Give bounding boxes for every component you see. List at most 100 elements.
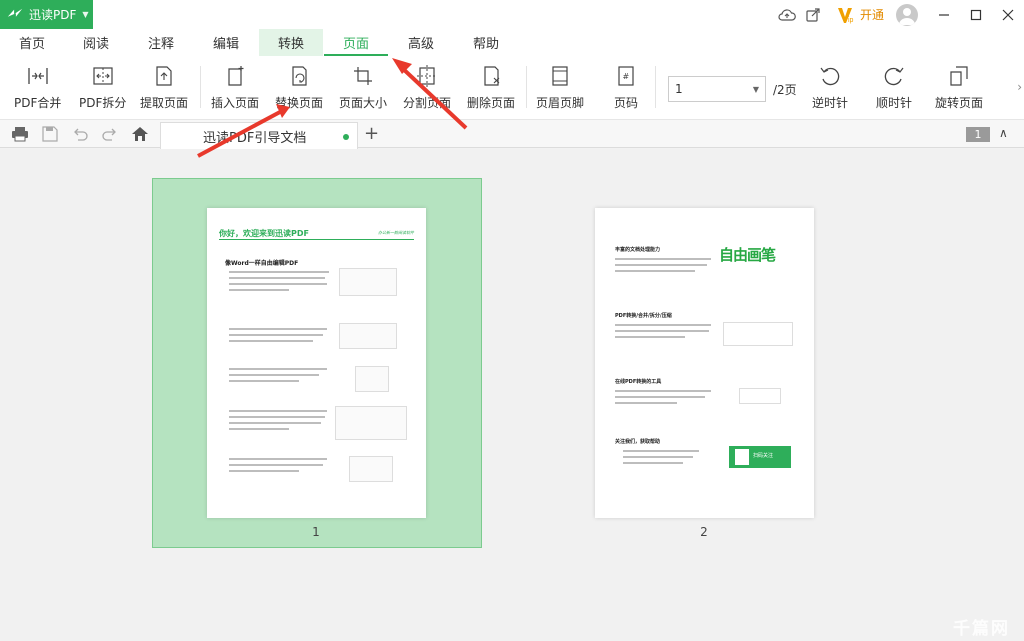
insert-page-icon xyxy=(221,62,249,90)
page-total: /2页 xyxy=(773,83,797,97)
text-line xyxy=(229,283,327,285)
tab-annotate[interactable]: 注释 xyxy=(129,29,193,56)
tab-home[interactable]: 首页 xyxy=(0,29,64,56)
text-line xyxy=(615,336,685,338)
pdf-split-label: PDF拆分 xyxy=(79,96,127,110)
rotate-page-label: 旋转页面 xyxy=(935,96,984,110)
current-page-badge: 1 xyxy=(966,127,990,142)
text-line xyxy=(229,458,327,460)
page-select[interactable]: 1 ▼ xyxy=(668,76,766,102)
text-line xyxy=(623,456,693,458)
text-line xyxy=(623,462,683,464)
screenshot-thumb xyxy=(339,323,397,349)
text-line xyxy=(229,470,299,472)
page-number-label: 页码 xyxy=(613,96,638,110)
rotate-page-icon xyxy=(945,62,973,90)
text-line xyxy=(229,422,321,424)
page-size-icon xyxy=(349,62,377,90)
unsaved-dot-icon xyxy=(343,134,349,140)
page2-logo: 自由画笔 xyxy=(719,246,776,264)
text-line xyxy=(623,450,699,452)
page-number-button[interactable]: # 页码 xyxy=(612,62,640,116)
chevron-up-icon[interactable]: ∧ xyxy=(999,126,1008,140)
delete-page-button[interactable]: 删除页面 xyxy=(467,62,515,116)
undo-icon[interactable] xyxy=(70,124,90,144)
page-select-value: 1 xyxy=(675,82,683,96)
extract-page-button[interactable]: 提取页面 xyxy=(140,62,188,116)
ribbon-divider xyxy=(655,66,656,108)
avatar[interactable] xyxy=(896,3,918,26)
caret-down-icon: ▼ xyxy=(82,10,89,19)
replace-page-icon xyxy=(285,62,313,90)
svg-text:ip: ip xyxy=(848,17,854,24)
pdf-merge-label: PDF合并 xyxy=(14,96,62,110)
share-icon[interactable] xyxy=(800,0,826,29)
split-page-button[interactable]: 分割页面 xyxy=(403,62,451,116)
extract-page-icon xyxy=(150,62,178,90)
text-line xyxy=(615,264,707,266)
chevron-right-icon[interactable]: › xyxy=(1017,80,1022,94)
screenshot-thumb xyxy=(349,456,393,482)
chevron-down-icon: ▼ xyxy=(752,85,759,94)
app-menu-button[interactable]: 迅读PDF ▼ xyxy=(0,0,93,29)
redo-icon[interactable] xyxy=(100,124,120,144)
menu-bar: 首页 阅读 注释 编辑 转换 页面 高级 帮助 xyxy=(0,29,1024,56)
page1-heading: 像Word一样自由编辑PDF xyxy=(225,260,299,267)
web-link-thumb xyxy=(739,388,781,404)
document-tab-strip: 迅读PDF引导文档 + 1 ∧ xyxy=(0,120,1024,149)
text-line xyxy=(615,402,677,404)
tab-edit[interactable]: 编辑 xyxy=(194,29,258,56)
page1-title: 你好，欢迎来到迅读PDF xyxy=(219,229,309,238)
page-thumbnail-2[interactable]: 丰富的文档处理能力 自由画笔 PDF转换/合并/拆分/压缩 在线PDF转换的工具… xyxy=(595,208,814,518)
text-line xyxy=(229,289,289,291)
ribbon-toolbar: PDF合并 PDF拆分 提取页面 插入页面 替换页面 页面大小 分割页面 删除页… xyxy=(0,56,1024,120)
qr-code-card: 扫码关注 xyxy=(729,446,791,468)
page-thumbnail-1[interactable]: 你好，欢迎来到迅读PDF 办公新一款阅读软件 像Word一样自由编辑PDF xyxy=(207,208,426,518)
replace-page-button[interactable]: 替换页面 xyxy=(275,62,323,116)
vip-upgrade[interactable]: ip 开通 xyxy=(836,5,884,25)
text-line xyxy=(229,416,325,418)
tab-page[interactable]: 页面 xyxy=(324,29,388,56)
save-icon[interactable] xyxy=(40,124,60,144)
page1-divider xyxy=(219,239,414,240)
tab-advanced[interactable]: 高级 xyxy=(389,29,453,56)
tab-read[interactable]: 阅读 xyxy=(64,29,128,56)
home-icon[interactable] xyxy=(130,124,150,144)
maximize-button[interactable] xyxy=(960,0,992,29)
page-size-label: 页面大小 xyxy=(339,96,388,110)
rotate-page-button[interactable]: 旋转页面 xyxy=(935,62,983,116)
minimize-button[interactable] xyxy=(928,0,960,29)
header-footer-icon xyxy=(546,62,574,90)
text-line xyxy=(615,324,711,326)
qr-code-icon xyxy=(735,449,749,465)
text-line xyxy=(615,330,709,332)
svg-text:#: # xyxy=(623,72,630,81)
page2-heading: 在线PDF转换的工具 xyxy=(615,379,662,385)
cloud-upload-icon[interactable] xyxy=(774,0,800,29)
document-tab-title: 迅读PDF引导文档 xyxy=(203,130,307,146)
page-size-button[interactable]: 页面大小 xyxy=(339,62,387,116)
page-thumbnail-view: 你好，欢迎来到迅读PDF 办公新一款阅读软件 像Word一样自由编辑PDF 1 … xyxy=(0,149,1024,641)
close-button[interactable] xyxy=(992,0,1024,29)
tab-help[interactable]: 帮助 xyxy=(454,29,518,56)
pdf-merge-button[interactable]: PDF合并 xyxy=(14,62,61,116)
text-line xyxy=(229,340,313,342)
ribbon-divider xyxy=(526,66,527,108)
tab-convert[interactable]: 转换 xyxy=(259,29,323,56)
rotate-ccw-button[interactable]: 逆时针 xyxy=(812,62,848,116)
screenshot-thumb xyxy=(339,268,397,296)
split-icon xyxy=(89,62,117,90)
rotate-cw-button[interactable]: 顺时针 xyxy=(876,62,912,116)
insert-page-button[interactable]: 插入页面 xyxy=(211,62,259,116)
print-icon[interactable] xyxy=(10,124,30,144)
document-tab[interactable]: 迅读PDF引导文档 xyxy=(160,122,358,149)
watermark: 千篇网 xyxy=(953,619,1010,639)
text-line xyxy=(615,270,695,272)
new-tab-button[interactable]: + xyxy=(364,123,379,144)
text-line xyxy=(229,428,289,430)
delete-page-icon xyxy=(477,62,505,90)
header-footer-button[interactable]: 页眉页脚 xyxy=(536,62,584,116)
text-line xyxy=(229,368,327,370)
screenshot-thumb xyxy=(355,366,389,392)
pdf-split-button[interactable]: PDF拆分 xyxy=(79,62,126,116)
